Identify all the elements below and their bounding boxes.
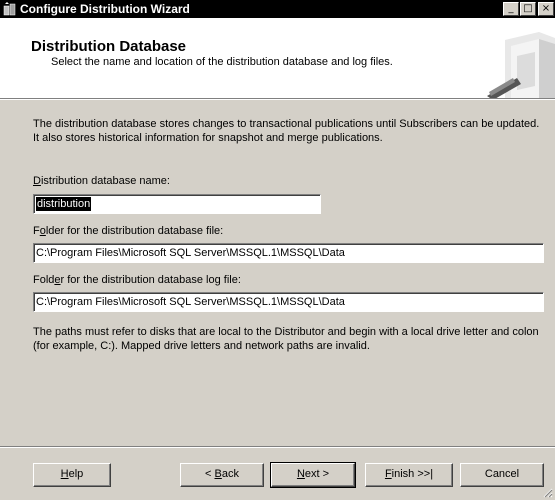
db-name-input[interactable]: distribution: [33, 194, 321, 214]
help-button-accesskey: H: [60, 468, 69, 480]
minimize-button[interactable]: _: [503, 2, 519, 16]
wizard-header: Distribution Database Select the name an…: [0, 18, 555, 99]
header-divider: [0, 99, 555, 100]
next-button[interactable]: Next >: [270, 462, 356, 488]
db-folder-label-post: lder for the distribution database file:: [45, 225, 224, 237]
db-name-label: Distribution database name:: [33, 175, 170, 187]
server-graphic-icon: [487, 32, 555, 98]
button-divider: [0, 446, 555, 448]
maximize-button[interactable]: □: [520, 2, 536, 16]
title-bar[interactable]: Configure Distribution Wizard _ □ ×: [0, 0, 555, 18]
log-folder-label-post: r for the distribution database log file…: [60, 274, 241, 286]
db-folder-label-pre: F: [33, 225, 40, 237]
help-button-post: elp: [68, 468, 84, 480]
resize-grip-icon[interactable]: [541, 486, 553, 498]
back-button-post: ack: [221, 468, 239, 480]
path-note-text: The paths must refer to disks that are l…: [33, 326, 539, 352]
back-button-accesskey: B: [214, 468, 222, 480]
wizard-window: Configure Distribution Wizard _ □ × Dist…: [0, 0, 555, 500]
next-button-post: ext >: [304, 468, 330, 480]
finish-button[interactable]: Finish >>|: [365, 463, 453, 487]
log-folder-label: Folder for the distribution database log…: [33, 274, 241, 286]
page-title: Distribution Database: [31, 38, 187, 55]
db-folder-label: Folder for the distribution database fil…: [33, 225, 223, 237]
log-folder-label-pre: Fold: [33, 274, 55, 286]
db-folder-value: C:\Program Files\Microsoft SQL Server\MS…: [36, 247, 345, 259]
close-button[interactable]: ×: [538, 2, 554, 16]
db-folder-input[interactable]: C:\Program Files\Microsoft SQL Server\MS…: [33, 243, 544, 263]
log-folder-value: C:\Program Files\Microsoft SQL Server\MS…: [36, 296, 345, 308]
cancel-button[interactable]: Cancel: [460, 463, 544, 487]
finish-button-accesskey: F: [384, 468, 392, 480]
back-button[interactable]: < Back: [180, 463, 264, 487]
back-button-pre: <: [205, 468, 215, 480]
window-title: Configure Distribution Wizard: [20, 2, 190, 16]
db-name-value: distribution: [36, 197, 92, 211]
help-button[interactable]: Help: [33, 463, 111, 487]
db-name-label-accesskey: D: [33, 175, 41, 187]
cancel-button-pre: Cancel: [484, 468, 520, 480]
intro-text: The distribution database stores changes…: [33, 118, 540, 144]
db-name-label-post: istribution database name:: [40, 175, 170, 187]
wizard-app-icon: [3, 2, 16, 16]
next-button-accesskey: N: [296, 468, 305, 480]
log-folder-input[interactable]: C:\Program Files\Microsoft SQL Server\MS…: [33, 292, 544, 312]
finish-button-post: inish >>|: [391, 468, 434, 480]
page-subtitle: Select the name and location of the dist…: [51, 56, 393, 68]
